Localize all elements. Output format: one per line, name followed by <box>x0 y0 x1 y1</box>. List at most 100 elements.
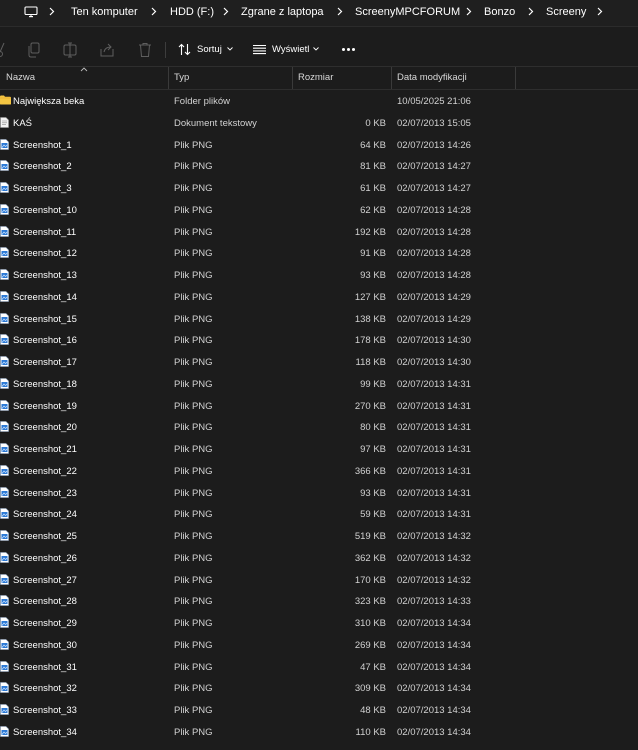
column-header-name[interactable]: Nazwa <box>6 72 35 83</box>
file-row[interactable]: Screenshot_19 Plik PNG 270 KB 02/07/2013 14… <box>0 396 638 418</box>
file-row[interactable]: Największa beka Folder plików 10/05/2025 2… <box>0 91 638 113</box>
file-row[interactable]: Screenshot_28 Plik PNG 323 KB 02/07/2013 14… <box>0 591 638 613</box>
file-row[interactable]: Screenshot_16 Plik PNG 178 KB 02/07/2013 14… <box>0 330 638 352</box>
view-button[interactable]: Wyświetl <box>253 43 321 57</box>
file-name: Screenshot_10 <box>13 204 77 216</box>
png-file-icon <box>0 508 9 522</box>
file-row[interactable]: Screenshot_12 Plik PNG 91 KB 02/07/2013 14:… <box>0 243 638 265</box>
file-row[interactable]: Screenshot_17 Plik PNG 118 KB 02/07/2013 14… <box>0 352 638 374</box>
file-date-modified: 02/07/2013 14:31 <box>397 378 471 390</box>
file-row[interactable]: Screenshot_29 Plik PNG 310 KB 02/07/2013 14… <box>0 613 638 635</box>
file-size: 48 KB <box>360 705 386 716</box>
file-row[interactable]: Screenshot_20 Plik PNG 80 KB 02/07/2013 14:… <box>0 417 638 439</box>
chevron-right-icon[interactable] <box>466 7 472 16</box>
png-file-icon <box>0 638 9 653</box>
file-row[interactable]: Screenshot_24 Plik PNG 59 KB 02/07/2013 14:… <box>0 504 638 526</box>
column-header-date[interactable]: Data modyfikacji <box>397 72 467 83</box>
file-size: 62 KB <box>360 204 386 216</box>
png-file-icon <box>0 704 9 718</box>
cut-icon[interactable] <box>0 42 6 58</box>
column-divider[interactable] <box>515 67 516 89</box>
file-row[interactable]: Screenshot_21 Plik PNG 97 KB 02/07/2013 14:… <box>0 439 638 461</box>
file-type: Plik PNG <box>174 161 213 173</box>
view-lines-icon <box>253 44 266 55</box>
file-row[interactable]: Screenshot_27 Plik PNG 170 KB 02/07/2013 14… <box>0 570 638 592</box>
file-row[interactable]: Screenshot_10 Plik PNG 62 KB 02/07/2013 14:… <box>0 200 638 222</box>
sort-ascending-icon <box>80 67 88 72</box>
sort-icon <box>178 43 191 56</box>
file-row[interactable]: Screenshot_18 Plik PNG 99 KB 02/07/2013 14:… <box>0 374 638 396</box>
file-list: Największa beka Folder plików 10/05/2025 2… <box>0 91 638 744</box>
file-row[interactable]: Screenshot_33 Plik PNG 48 KB 02/07/2013 14:… <box>0 700 638 722</box>
chevron-right-icon[interactable] <box>223 7 229 16</box>
file-type: Plik PNG <box>174 465 213 477</box>
chevron-right-icon[interactable] <box>528 7 534 16</box>
file-type: Plik PNG <box>174 531 213 542</box>
file-type: Plik PNG <box>174 248 213 260</box>
file-row[interactable]: Screenshot_31 Plik PNG 47 KB 02/07/2013 14:… <box>0 657 638 679</box>
file-date-modified: 02/07/2013 14:31 <box>397 444 471 455</box>
file-date-modified: 02/07/2013 14:34 <box>397 639 471 651</box>
column-header-type[interactable]: Typ <box>174 72 189 83</box>
file-name: Screenshot_19 <box>13 400 77 412</box>
file-row[interactable]: Screenshot_25 Plik PNG 519 KB 02/07/2013 14… <box>0 526 638 548</box>
sort-button[interactable]: Sortuj <box>178 43 234 57</box>
file-date-modified: 02/07/2013 14:34 <box>397 661 471 673</box>
copy-icon[interactable] <box>27 42 41 58</box>
file-name: Screenshot_1 <box>13 139 72 151</box>
png-file-icon <box>0 725 9 740</box>
file-type: Plik PNG <box>174 291 213 303</box>
breadcrumb-item-screeny[interactable]: Screeny <box>546 6 586 18</box>
chevron-right-icon[interactable] <box>337 7 343 16</box>
file-row[interactable]: Screenshot_30 Plik PNG 269 KB 02/07/2013 14… <box>0 635 638 657</box>
breadcrumb-item-this-pc[interactable]: Ten komputer <box>71 6 138 18</box>
file-row[interactable]: Screenshot_34 Plik PNG 110 KB 02/07/2013 14… <box>0 722 638 744</box>
file-row[interactable]: Screenshot_14 Plik PNG 127 KB 02/07/2013 14… <box>0 287 638 309</box>
file-size: 138 KB <box>354 313 386 325</box>
column-divider[interactable] <box>391 67 392 89</box>
file-row[interactable]: Screenshot_13 Plik PNG 93 KB 02/07/2013 14:… <box>0 265 638 287</box>
chevron-right-icon[interactable] <box>49 7 55 16</box>
breadcrumb-item-zgrane[interactable]: Zgrane z laptopa <box>241 6 324 18</box>
file-type: Plik PNG <box>174 357 213 368</box>
chevron-down-icon <box>313 47 319 51</box>
file-row[interactable]: Screenshot_3 Plik PNG 61 KB 02/07/2013 14:2… <box>0 178 638 200</box>
chevron-right-icon[interactable] <box>597 7 603 16</box>
file-row[interactable]: Screenshot_2 Plik PNG 81 KB 02/07/2013 14:2… <box>0 156 638 178</box>
delete-icon[interactable] <box>138 42 152 58</box>
breadcrumb-item-screenympcforum[interactable]: ScreenyMPCFORUM <box>355 6 460 18</box>
rename-icon[interactable] <box>63 42 77 58</box>
file-date-modified: 02/07/2013 14:28 <box>397 226 471 238</box>
file-type: Plik PNG <box>174 400 213 412</box>
breadcrumb-item-bonzo[interactable]: Bonzo <box>484 6 515 18</box>
file-row[interactable]: Screenshot_11 Plik PNG 192 KB 02/07/2013 14… <box>0 222 638 244</box>
png-file-icon <box>0 203 9 218</box>
file-row[interactable]: Screenshot_22 Plik PNG 366 KB 02/07/2013 14… <box>0 461 638 483</box>
file-name: Screenshot_14 <box>13 291 77 303</box>
share-icon[interactable] <box>100 42 114 58</box>
column-divider[interactable] <box>292 67 293 89</box>
png-file-icon <box>0 530 9 544</box>
address-bar[interactable]: Ten komputer HDD (F:) Zgrane z laptopa S… <box>0 0 638 27</box>
file-name: Screenshot_20 <box>13 422 77 434</box>
file-size: 61 KB <box>360 183 386 194</box>
file-name: Screenshot_18 <box>13 378 77 390</box>
file-row[interactable]: Screenshot_26 Plik PNG 362 KB 02/07/2013 14… <box>0 548 638 570</box>
column-header-size[interactable]: Rozmiar <box>298 72 333 83</box>
file-row[interactable]: Screenshot_15 Plik PNG 138 KB 02/07/2013 14… <box>0 309 638 331</box>
breadcrumb-item-hdd[interactable]: HDD (F:) <box>170 6 214 18</box>
file-date-modified: 02/07/2013 14:29 <box>397 291 471 303</box>
file-date-modified: 02/07/2013 14:34 <box>397 726 471 738</box>
file-row[interactable]: Screenshot_1 Plik PNG 64 KB 02/07/2013 14:2… <box>0 135 638 157</box>
file-row[interactable]: KAŚ Dokument tekstowy 0 KB 02/07/2013 15:05 <box>0 113 638 135</box>
png-file-icon <box>0 660 9 675</box>
file-row[interactable]: Screenshot_32 Plik PNG 309 KB 02/07/2013 14… <box>0 678 638 700</box>
file-date-modified: 02/07/2013 14:31 <box>397 422 471 434</box>
file-row[interactable]: Screenshot_23 Plik PNG 93 KB 02/07/2013 14:… <box>0 483 638 505</box>
file-type: Plik PNG <box>174 726 213 738</box>
png-file-icon <box>0 334 9 348</box>
file-size: 80 KB <box>360 422 386 434</box>
computer-icon[interactable] <box>24 6 38 18</box>
column-divider[interactable] <box>168 67 169 89</box>
chevron-right-icon[interactable] <box>151 7 157 16</box>
